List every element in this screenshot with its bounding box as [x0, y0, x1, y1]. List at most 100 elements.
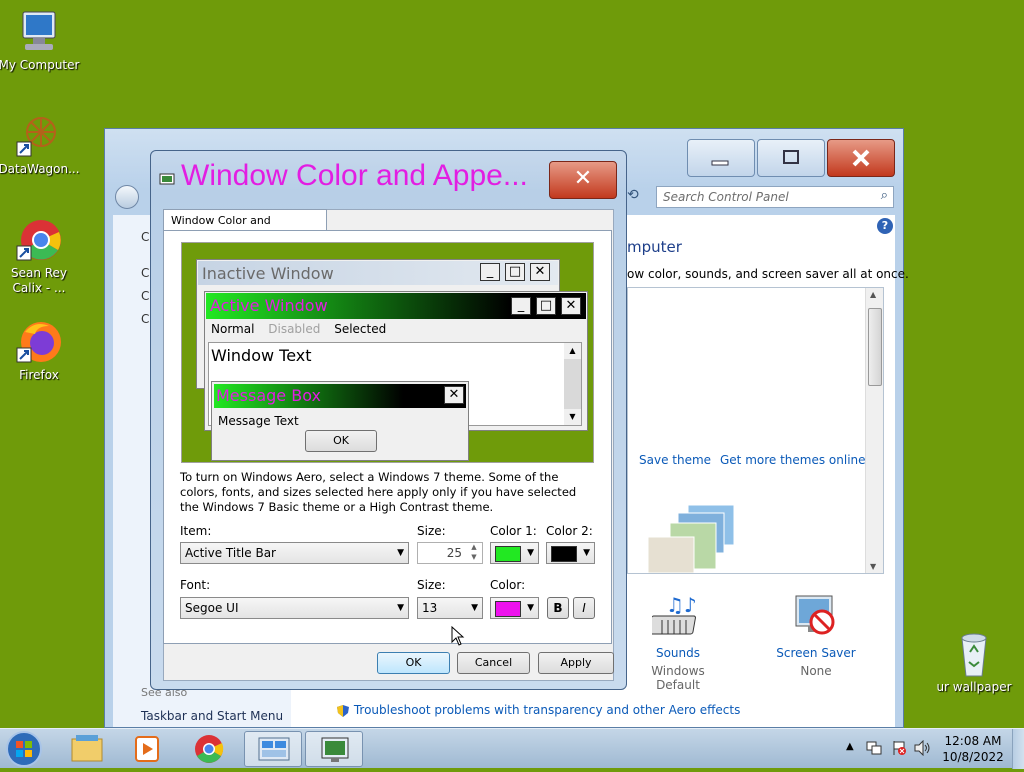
font-value: Segoe UI [185, 601, 239, 615]
chevron-down-icon: ▼ [397, 548, 404, 558]
font-color-label: Color: [490, 578, 526, 592]
close-icon: ✕ [444, 386, 464, 404]
network-icon[interactable] [866, 740, 882, 759]
taskbar-control-panel[interactable] [244, 731, 302, 767]
sounds-item[interactable]: ♫♪ Sounds Windows Default [630, 592, 726, 692]
preview-window-text: Window Text [211, 346, 312, 365]
screen-saver-label[interactable]: Screen Saver [768, 646, 864, 660]
scrollbar-thumb[interactable] [868, 308, 882, 386]
action-center-icon[interactable] [891, 740, 907, 759]
tray-expand-icon[interactable]: ▲ [846, 741, 854, 752]
windows-logo-icon [6, 731, 42, 767]
save-theme-link[interactable]: Save theme [639, 453, 711, 467]
show-desktop-button[interactable] [1012, 729, 1024, 769]
clock-date: 10/8/2022 [942, 750, 1004, 764]
folder-icon [71, 735, 103, 762]
preview-message-text: Message Text [218, 414, 299, 428]
taskbar-start-menu-link[interactable]: Taskbar and Start Menu [141, 709, 283, 723]
search-icon[interactable]: ⌕ [881, 188, 888, 203]
page-heading: mputer [627, 238, 682, 256]
chevron-down-icon: ▼ [397, 603, 404, 613]
taskbar-chrome[interactable] [180, 731, 238, 767]
back-button[interactable] [115, 185, 139, 209]
color2-swatch [551, 546, 577, 562]
font-size-dropdown[interactable]: 13 ▼ [417, 597, 483, 619]
screen-saver-icon [790, 592, 842, 642]
item-dropdown[interactable]: Active Title Bar ▼ [180, 542, 409, 564]
minimize-icon: _ [480, 263, 500, 281]
font-size-label: Size: [417, 578, 446, 592]
font-color-picker[interactable]: ▼ [490, 597, 539, 619]
desktop-icon-label: Firefox [19, 368, 59, 382]
side-letter: C [141, 312, 150, 326]
sounds-value: Windows Default [651, 664, 705, 692]
screen-saver-value: None [800, 664, 832, 678]
close-icon: ✕ [561, 297, 581, 315]
control-panel-icon [258, 737, 290, 761]
desktop-icon-my-computer[interactable]: My Computer [0, 8, 81, 73]
dialog-close-button[interactable]: ✕ [549, 161, 617, 199]
clock[interactable]: 12:08 AM 10/8/2022 [936, 733, 1010, 765]
recycle-bin-icon [950, 630, 998, 678]
datawagon-icon [15, 112, 63, 160]
item-size-value: 25 [446, 546, 462, 560]
preview-inactive-titlebar: Inactive Window _ □ ✕ [198, 261, 558, 285]
taskbar: ▲ 12:08 AM 10/8/2022 [0, 728, 1024, 769]
desktop-icon-chrome-profile[interactable]: Sean Rey Calix - ... [0, 216, 81, 296]
chevron-down-icon: ▼ [527, 603, 534, 613]
aero-info-text: To turn on Windows Aero, select a Window… [180, 470, 577, 514]
preview-menu-normal: Normal [211, 322, 255, 336]
page-subheading: ow color, sounds, and screen saver all a… [627, 267, 909, 281]
minimize-icon: _ [511, 297, 531, 315]
theme-list-scrollbar[interactable]: ▲ ▼ [865, 288, 883, 573]
apply-button[interactable]: Apply [538, 652, 614, 674]
preview-inactive-title: Inactive Window [202, 264, 334, 283]
font-dropdown[interactable]: Segoe UI ▼ [180, 597, 409, 619]
tab-window-color[interactable]: Window Color and Appearance [163, 209, 327, 248]
refresh-icon[interactable]: ⟲ [627, 187, 645, 207]
item-size-label: Size: [417, 524, 446, 538]
volume-icon[interactable] [914, 739, 932, 759]
shield-icon [336, 704, 350, 718]
color2-picker[interactable]: ▼ [546, 542, 595, 564]
get-more-themes-link[interactable]: Get more themes online [720, 453, 866, 467]
media-player-icon [135, 736, 159, 762]
clock-time: 12:08 AM [944, 734, 1002, 748]
taskbar-explorer[interactable] [58, 731, 116, 767]
dialog-title: Window Color and Appe... [181, 159, 528, 192]
desktop-icon-datawagon[interactable]: DataWagon... [0, 112, 81, 177]
close-button[interactable] [827, 139, 895, 177]
desktop-icon-recycle-bin[interactable]: ur wallpaper [932, 630, 1016, 695]
preview-message-title: Message Box [216, 386, 321, 405]
troubleshoot-link[interactable]: Troubleshoot problems with transparency … [336, 703, 740, 718]
bold-button[interactable]: B [547, 597, 569, 619]
sounds-label[interactable]: Sounds [630, 646, 726, 660]
color1-label: Color 1: [490, 524, 537, 538]
stepper-up-icon[interactable]: ▲ [466, 543, 482, 553]
search-input[interactable]: Search Control Panel ⌕ [656, 186, 894, 208]
desktop-icon-label: Sean Rey Calix - ... [10, 266, 68, 295]
italic-button[interactable]: I [573, 597, 595, 619]
chrome-icon [15, 216, 63, 264]
firefox-icon [15, 318, 63, 366]
close-icon [852, 149, 870, 167]
screen-saver-item[interactable]: Screen Saver None [768, 592, 864, 678]
taskbar-window-color[interactable] [305, 731, 363, 767]
cancel-button[interactable]: Cancel [457, 652, 530, 674]
color1-picker[interactable]: ▼ [490, 542, 539, 564]
item-size-stepper[interactable]: 25 ▲ ▼ [417, 542, 483, 564]
help-icon[interactable]: ? [877, 218, 893, 234]
stepper-down-icon[interactable]: ▼ [466, 553, 482, 563]
minimize-icon [711, 160, 729, 166]
desktop-background-thumbnail[interactable] [647, 503, 738, 574]
desktop-icon-firefox[interactable]: Firefox [0, 318, 81, 383]
maximize-icon [783, 150, 799, 164]
chevron-down-icon: ▼ [527, 548, 534, 558]
color2-label: Color 2: [546, 524, 593, 538]
minimize-button[interactable] [687, 139, 755, 177]
taskbar-media-player[interactable] [118, 731, 176, 767]
ok-button[interactable]: OK [377, 652, 450, 674]
troubleshoot-link-label[interactable]: Troubleshoot problems with transparency … [354, 703, 741, 717]
start-button[interactable] [4, 729, 44, 769]
maximize-button[interactable] [757, 139, 825, 177]
